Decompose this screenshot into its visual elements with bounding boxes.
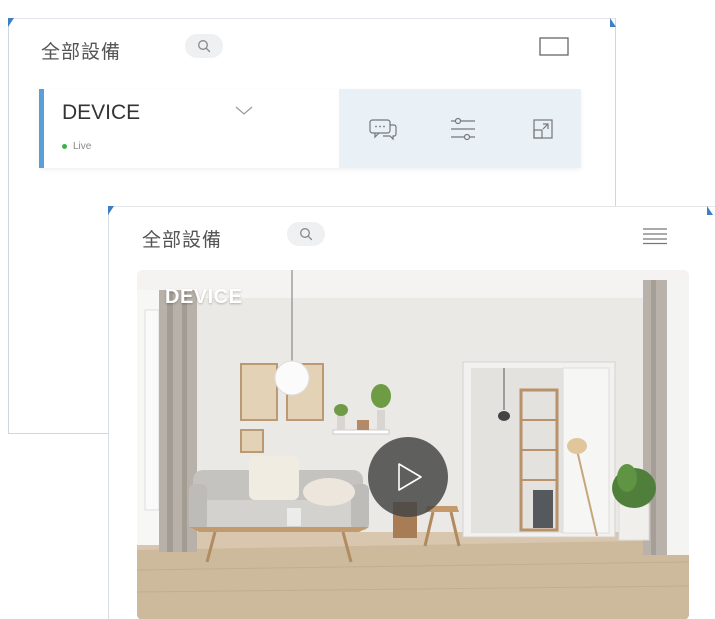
play-icon <box>398 463 422 491</box>
search-icon <box>198 40 211 53</box>
window-icon <box>539 37 569 56</box>
page-title: 全部設備 <box>142 229 223 251</box>
device-name-overlay: DEVICE <box>165 286 243 308</box>
expand-dropdown[interactable] <box>235 103 253 121</box>
search-button[interactable] <box>287 222 325 246</box>
chat-button[interactable] <box>367 113 399 145</box>
device-name: DEVICE <box>62 101 141 124</box>
expand-button[interactable] <box>527 113 559 145</box>
expand-icon <box>533 119 553 139</box>
device-grid-panel: 全部設備 DEVICE <box>108 206 715 619</box>
camera-preview[interactable]: DEVICE <box>137 270 689 619</box>
view-toggle-button[interactable] <box>539 36 569 63</box>
menu-button[interactable] <box>642 227 668 250</box>
corner-marker <box>610 18 616 27</box>
device-list-item[interactable]: DEVICE Live <box>39 89 581 168</box>
page-title: 全部設備 <box>41 41 122 63</box>
chat-icon <box>369 119 397 141</box>
search-button[interactable] <box>185 34 223 58</box>
live-dot-icon <box>62 144 67 149</box>
search-icon <box>300 228 313 241</box>
selected-indicator <box>39 89 44 168</box>
corner-marker <box>8 18 14 27</box>
play-button[interactable] <box>368 437 448 517</box>
settings-button[interactable] <box>447 113 479 145</box>
device-status: Live <box>62 141 91 152</box>
menu-icon <box>643 228 667 245</box>
corner-marker <box>108 206 114 215</box>
device-actions <box>339 89 581 168</box>
corner-marker <box>707 206 713 215</box>
chevron-down-icon <box>235 106 253 115</box>
status-label: Live <box>73 141 92 152</box>
sliders-icon <box>451 117 475 141</box>
